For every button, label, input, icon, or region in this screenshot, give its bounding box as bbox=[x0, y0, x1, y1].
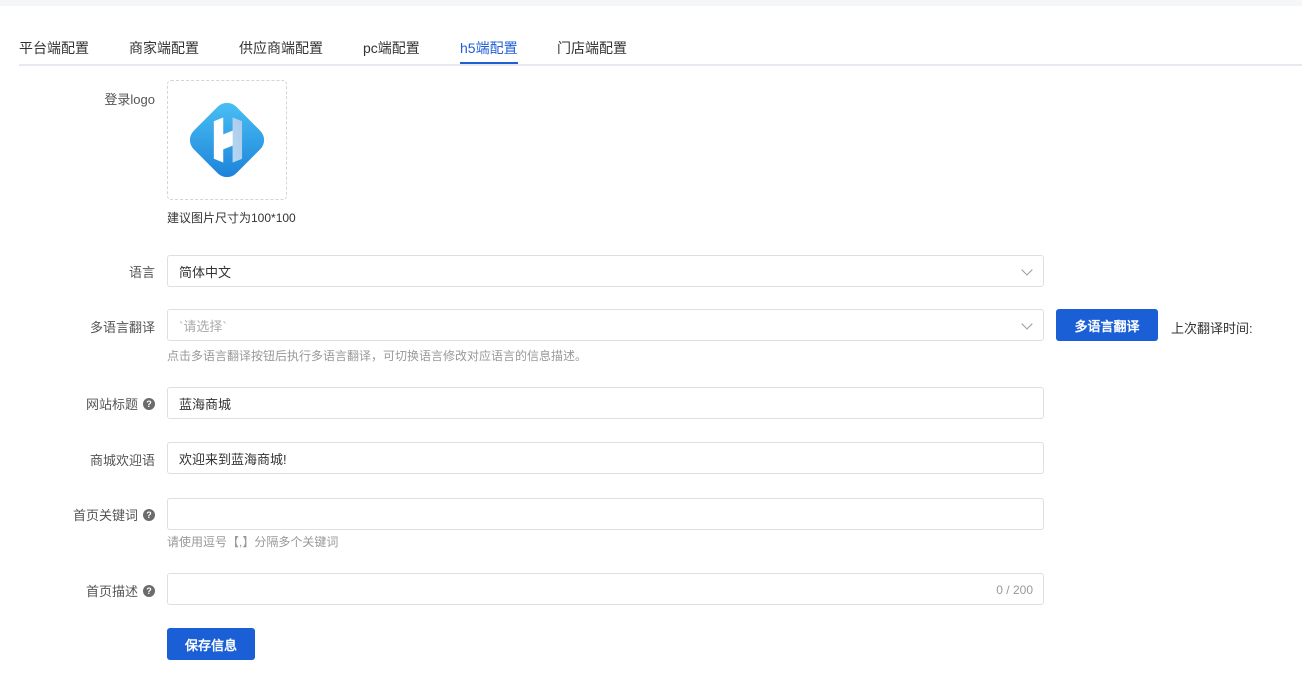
translate-hint: 点击多语言翻译按钮后执行多语言翻译，可切换语言修改对应语言的信息描述。 bbox=[167, 349, 588, 363]
logo-label: 登录logo bbox=[104, 92, 155, 107]
tab-h5[interactable]: h5端配置 bbox=[460, 38, 518, 58]
logo-hint: 建议图片尺寸为100*100 bbox=[167, 211, 296, 225]
save-button[interactable]: 保存信息 bbox=[167, 628, 255, 660]
tab-store[interactable]: 门店端配置 bbox=[557, 38, 627, 58]
top-strip bbox=[0, 0, 1302, 6]
help-icon[interactable]: ? bbox=[143, 508, 155, 521]
welcome-label: 商城欢迎语 bbox=[89, 453, 155, 468]
translate-select-placeholder: `请选择` bbox=[179, 318, 227, 334]
translate-button[interactable]: 多语言翻译 bbox=[1056, 309, 1158, 341]
site-title-label: 网站标题? bbox=[86, 394, 155, 413]
description-label: 首页描述? bbox=[86, 581, 155, 600]
language-select-value: 简体中文 bbox=[179, 264, 232, 280]
chevron-down-icon bbox=[1021, 318, 1033, 330]
description-input[interactable] bbox=[179, 581, 1032, 597]
description-field[interactable]: 0 / 200 bbox=[167, 573, 1044, 605]
h-brand-logo-icon bbox=[189, 102, 265, 178]
help-icon[interactable]: ? bbox=[143, 584, 155, 597]
translate-label: 多语言翻译 bbox=[89, 320, 155, 335]
welcome-field[interactable] bbox=[167, 442, 1044, 474]
tab-platform[interactable]: 平台端配置 bbox=[19, 38, 89, 58]
site-title-field[interactable] bbox=[167, 387, 1044, 419]
keywords-field[interactable] bbox=[167, 498, 1044, 530]
chevron-down-icon bbox=[1021, 264, 1033, 276]
welcome-input[interactable] bbox=[179, 450, 1032, 466]
active-tab-indicator bbox=[460, 62, 518, 64]
logo-upload[interactable] bbox=[167, 80, 287, 200]
tab-merchant[interactable]: 商家端配置 bbox=[129, 38, 199, 58]
keywords-label: 首页关键词? bbox=[73, 505, 155, 524]
site-title-input[interactable] bbox=[179, 395, 1032, 411]
last-translate-time: 上次翻译时间: bbox=[1171, 321, 1253, 336]
keywords-hint: 请使用逗号【,】分隔多个关键词 bbox=[167, 535, 339, 549]
description-counter: 0 / 200 bbox=[996, 583, 1033, 597]
keywords-input[interactable] bbox=[179, 506, 1032, 522]
config-tabs: 平台端配置 商家端配置 供应商端配置 pc端配置 h5端配置 门店端配置 bbox=[19, 28, 1302, 66]
language-label: 语言 bbox=[128, 265, 155, 280]
language-select[interactable]: 简体中文 bbox=[167, 255, 1044, 287]
tab-pc[interactable]: pc端配置 bbox=[363, 38, 420, 58]
help-icon[interactable]: ? bbox=[143, 397, 155, 410]
translate-select[interactable]: `请选择` bbox=[167, 309, 1044, 341]
tab-supplier[interactable]: 供应商端配置 bbox=[239, 38, 323, 58]
